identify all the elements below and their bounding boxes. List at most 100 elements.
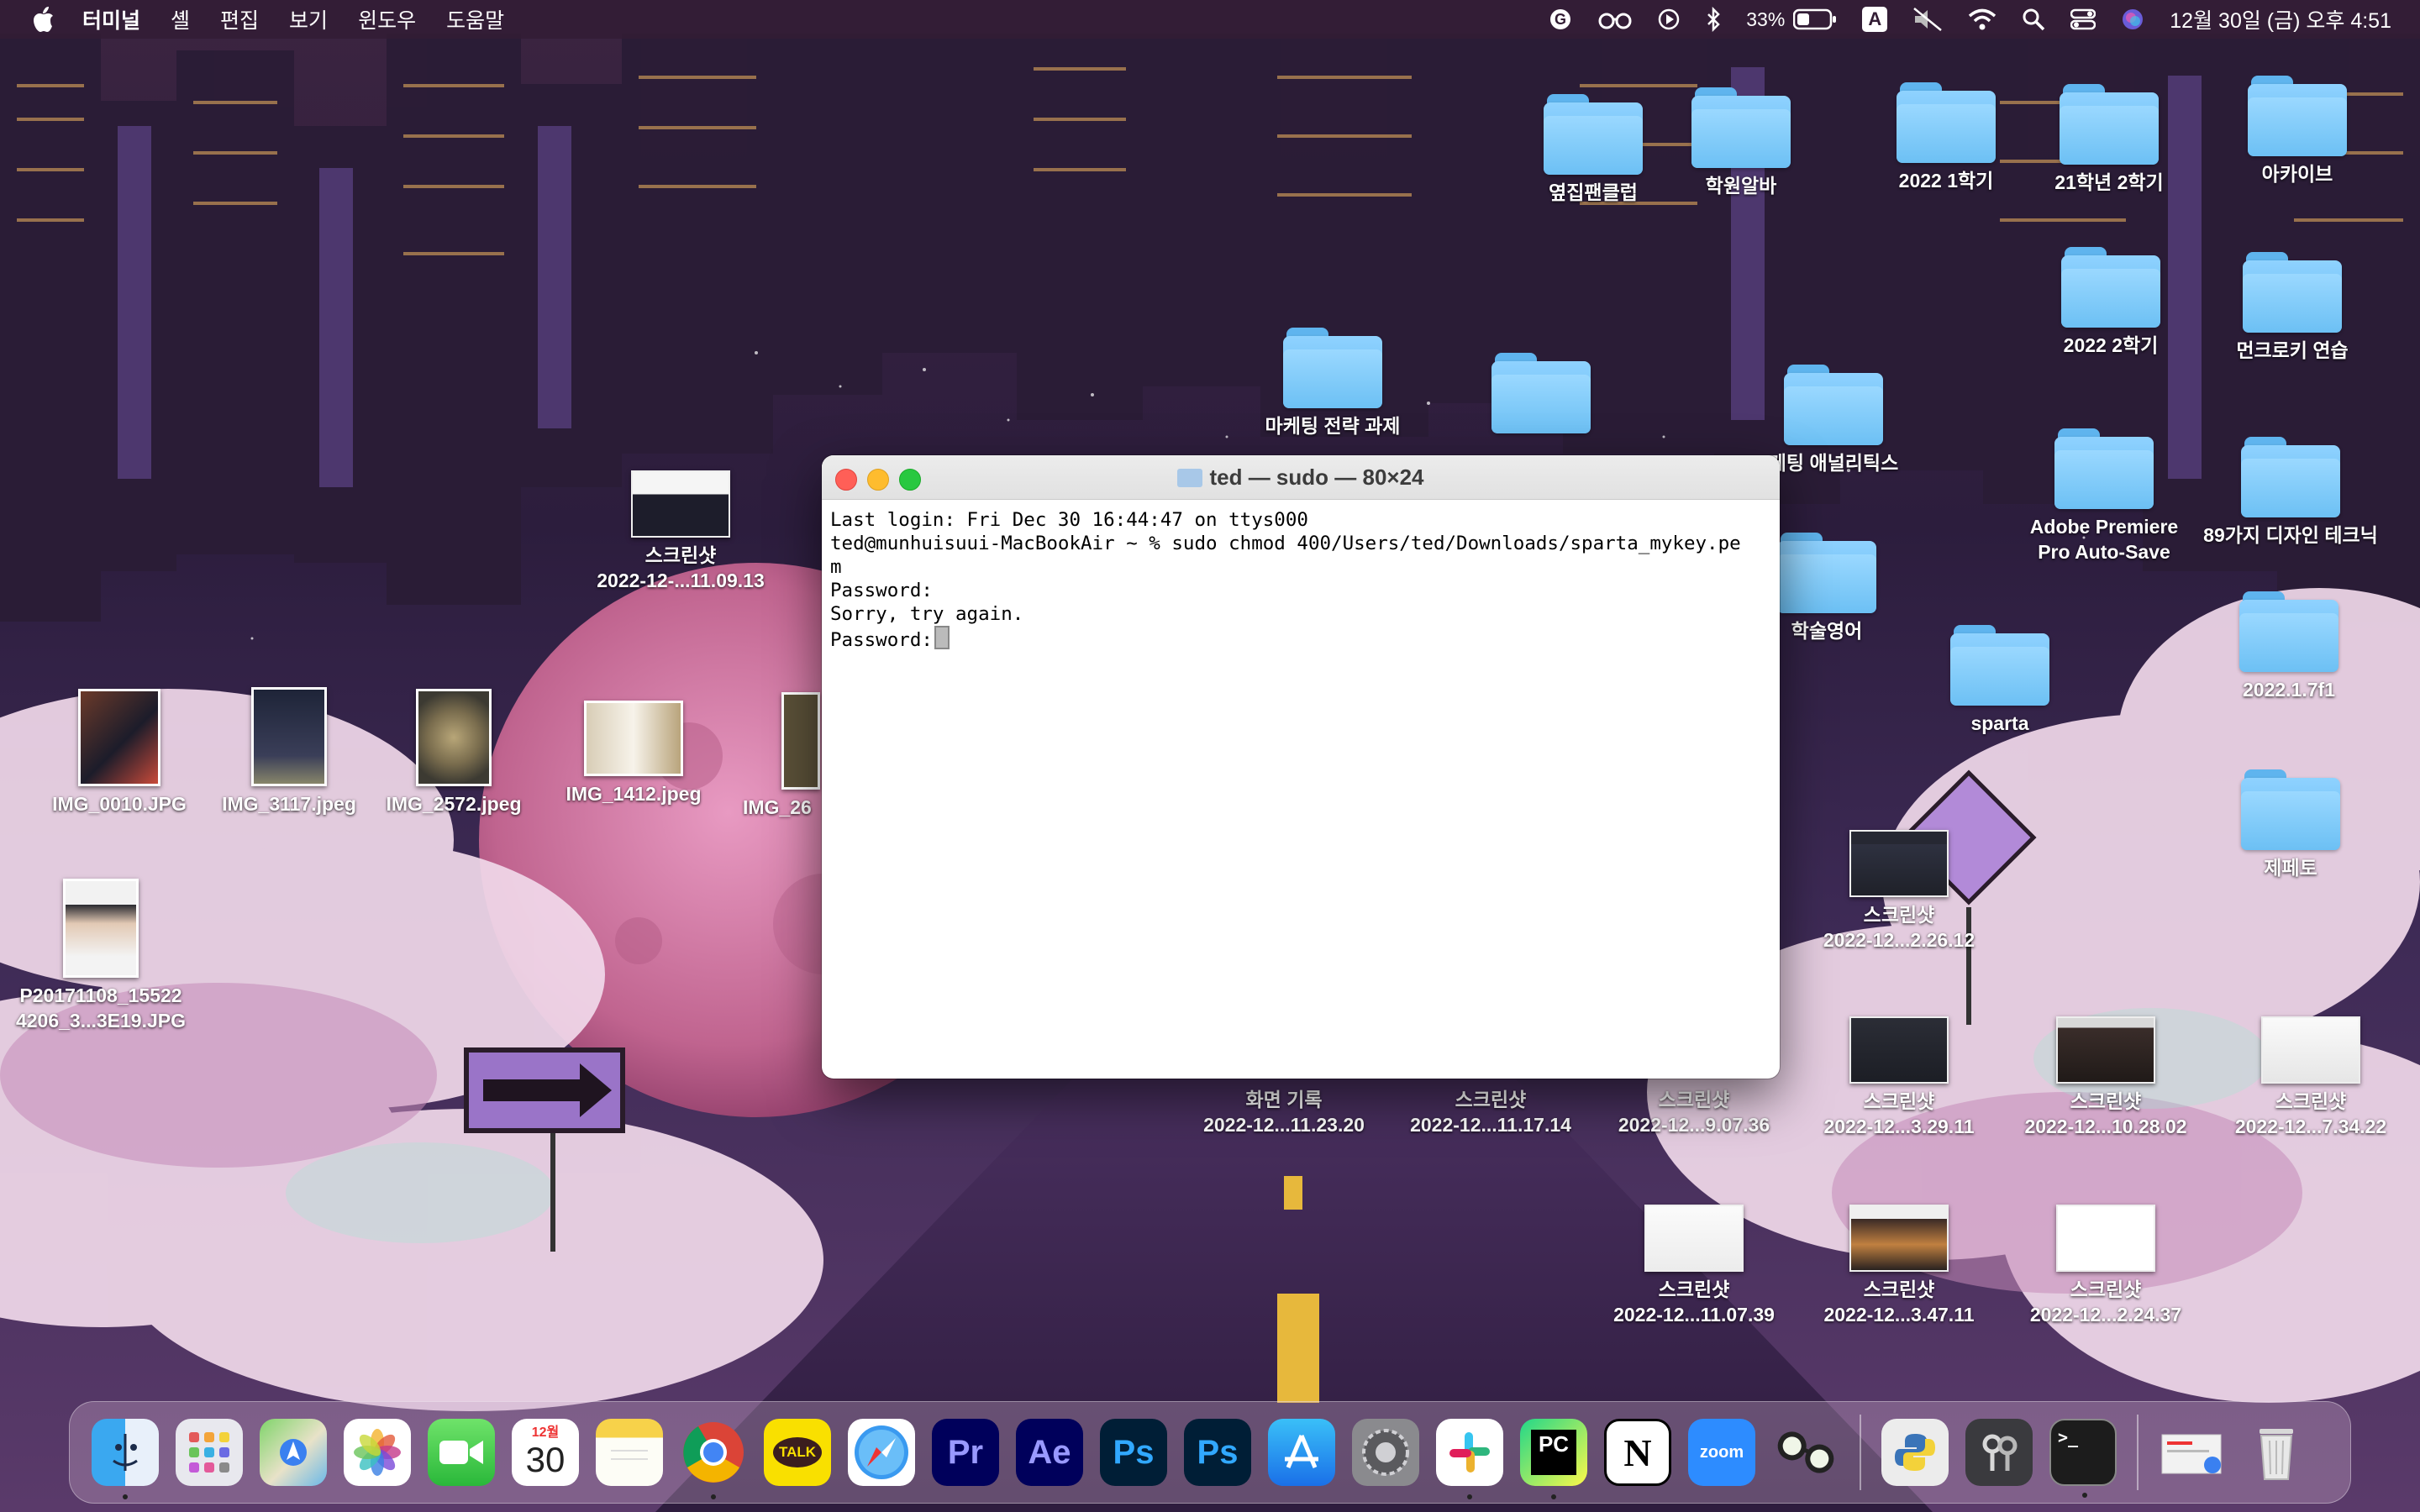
python-launcher-icon[interactable] (1881, 1419, 1949, 1486)
menu-window[interactable]: 윈도우 (358, 4, 416, 34)
control-center-icon[interactable] (2070, 8, 2096, 31)
desktop-file[interactable]: 스크린샷 2022-12...2.26.12 (1807, 830, 1991, 953)
desktop-file[interactable]: 스크린샷 2022-12...11.17.14 (1398, 1082, 1583, 1137)
grammarly-icon[interactable]: G (1548, 7, 1573, 32)
pycharm-icon[interactable]: PC (1520, 1419, 1587, 1499)
desktop-folder[interactable] (1449, 353, 1634, 438)
zoom-icon[interactable]: zoom (1688, 1419, 1755, 1486)
notes-icon[interactable] (596, 1419, 663, 1486)
file-label-line1: 화면 기록 (1245, 1089, 1323, 1110)
screenshot-thumbnail (1849, 1205, 1949, 1272)
desktop-folder[interactable]: 아카이브 (2205, 76, 2390, 186)
desktop-folder[interactable]: 2022 2학기 (2018, 247, 2203, 358)
desktop-file[interactable]: 스크린샷 2022-12...10.28.02 (2013, 1016, 2198, 1139)
desktop-file[interactable]: P20171108_15522 4206_3...3E19.JPG (8, 879, 193, 1033)
slack-icon[interactable] (1436, 1419, 1503, 1499)
launchpad-icon[interactable] (176, 1419, 243, 1486)
file-label-line1: 스크린샷 (1658, 1089, 1730, 1110)
battery-icon[interactable] (1793, 8, 1837, 30)
desktop-file[interactable]: IMG_3117.jpeg (197, 687, 381, 816)
system-preferences-icon[interactable] (1352, 1419, 1419, 1486)
menu-shell[interactable]: 셸 (171, 4, 190, 34)
trash-icon[interactable] (2243, 1419, 2310, 1486)
desktop-folder[interactable]: Adobe Premiere Pro Auto-Save (2012, 428, 2196, 564)
desktop-file[interactable]: 스크린샷 2022-12...3.47.11 (1807, 1205, 1991, 1327)
screenshot-thumbnail (1849, 830, 1949, 897)
calendar-icon[interactable]: 12월 30 (512, 1419, 579, 1486)
desktop-folder[interactable]: 먼크로키 연습 (2200, 252, 2385, 363)
downloads-stack-icon[interactable] (2159, 1419, 2226, 1486)
desktop-folder[interactable]: 2022.1.7f1 (2196, 591, 2381, 702)
spotlight-search-icon[interactable] (2022, 8, 2045, 31)
photo-thumbnail (63, 879, 139, 978)
siri-icon[interactable] (2121, 8, 2144, 31)
apple-menu-icon[interactable] (27, 7, 60, 32)
folder-icon (1950, 625, 2049, 706)
glasses-icon[interactable] (1598, 9, 1632, 29)
terminal-titlebar[interactable]: ted — sudo — 80×24 (822, 455, 1780, 500)
facetime-icon[interactable] (428, 1419, 495, 1486)
terminal-line: m (830, 556, 842, 578)
file-label-line2: 2022-12-...11.09.13 (597, 570, 765, 591)
after-effects-icon[interactable]: Ae (1016, 1419, 1083, 1486)
premiere-icon[interactable]: Pr (932, 1419, 999, 1486)
dock-separator (1860, 1415, 1861, 1490)
desktop-file[interactable]: 스크린샷 2022-12-...11.09.13 (588, 470, 773, 593)
input-source-icon[interactable]: A (1862, 7, 1888, 32)
desktop-folder[interactable]: 마케팅 전략 과제 (1240, 328, 1425, 438)
menu-view[interactable]: 보기 (289, 4, 328, 34)
bluetooth-icon[interactable] (1706, 7, 1721, 32)
photoshop-label: Ps (1113, 1433, 1155, 1471)
kakaotalk-icon[interactable]: TALK (764, 1419, 831, 1486)
safari-icon[interactable] (848, 1419, 915, 1486)
maps-icon[interactable] (260, 1419, 327, 1486)
desktop-folder[interactable]: sparta (1907, 625, 2092, 736)
keychain-access-icon[interactable] (1965, 1419, 2033, 1486)
menu-app-name[interactable]: 터미널 (82, 4, 140, 34)
menu-edit[interactable]: 편집 (220, 4, 259, 34)
desktop-file[interactable]: IMG_26 (697, 692, 820, 820)
menu-help[interactable]: 도움말 (446, 4, 504, 34)
desktop-file[interactable]: 스크린샷 2022-12...7.34.22 (2218, 1016, 2403, 1139)
desktop-folder[interactable]: 2022 1학기 (1854, 82, 2039, 193)
file-label-line1: IMG_0010.JPG (52, 793, 187, 815)
notion-icon[interactable]: N (1604, 1419, 1671, 1486)
folder-label: 2022 1학기 (1898, 170, 1994, 192)
window-title-text: ted — sudo — 80×24 (1209, 465, 1424, 490)
photos-icon[interactable] (344, 1419, 411, 1486)
battery-percent: 33% (1746, 8, 1786, 30)
menubar-clock[interactable]: 12월 30일 (금) 오후 4:51 (2170, 4, 2391, 34)
finder-icon[interactable] (92, 1419, 159, 1499)
app-store-icon[interactable] (1268, 1419, 1335, 1486)
desktop-file[interactable]: IMG_2572.jpeg (361, 689, 546, 816)
desktop-file[interactable]: 화면 기록 2022-12...11.23.20 (1192, 1082, 1376, 1137)
wifi-icon[interactable] (1968, 8, 1996, 31)
photoshop-icon[interactable]: Ps (1100, 1419, 1167, 1486)
photoshop-2-label: Ps (1197, 1433, 1239, 1471)
desktop-folder[interactable]: 제페토 (2198, 769, 2383, 880)
desktop-file[interactable]: IMG_0010.JPG (27, 689, 212, 816)
terminal-content[interactable]: Last login: Fri Dec 30 16:44:47 on ttys0… (822, 500, 1780, 660)
terminal-window[interactable]: ted — sudo — 80×24 Last login: Fri Dec 3… (822, 455, 1780, 1079)
file-label-line1: 스크린샷 (2070, 1278, 2142, 1300)
reading-glasses-icon[interactable] (1772, 1419, 1839, 1486)
desktop-folder[interactable]: 89가지 디자인 테크닉 (2198, 437, 2383, 548)
folder-label: sparta (1970, 712, 2029, 734)
desktop-folder[interactable]: 21학년 2학기 (2017, 84, 2202, 195)
screenshot-thumbnail (631, 470, 730, 538)
terminal-icon[interactable]: >_ (2049, 1419, 2117, 1498)
desktop-file[interactable]: 스크린샷 2022-12...11.07.39 (1602, 1205, 1786, 1327)
desktop-file[interactable]: 스크린샷 2022-12...2.24.37 (2013, 1205, 2198, 1327)
folder-label: 아카이브 (2261, 163, 2333, 185)
mute-icon[interactable] (1912, 7, 1943, 32)
desktop-file[interactable]: 스크린샷 2022-12...9.07.36 (1602, 1082, 1786, 1137)
photoshop-2-icon[interactable]: Ps (1184, 1419, 1251, 1486)
desktop-file[interactable]: 스크린샷 2022-12...3.29.11 (1807, 1016, 1991, 1139)
terminal-line: Last login: Fri Dec 30 16:44:47 on ttys0… (830, 509, 1308, 531)
chrome-icon[interactable] (680, 1419, 747, 1499)
folder-icon (1491, 353, 1591, 433)
desktop-folder[interactable]: 학원알바 (1649, 87, 1833, 198)
play-icon[interactable] (1657, 8, 1681, 31)
terminal-dock-label: >_ (2058, 1427, 2079, 1447)
after-effects-label: Ae (1028, 1433, 1071, 1471)
